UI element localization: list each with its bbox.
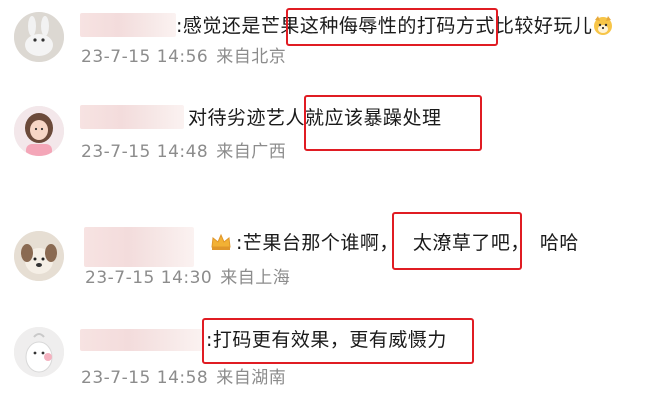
comment-meta: 23-7-15 14:48 来自广西 <box>81 141 286 163</box>
comment-text: :芒果台那个谁啊， 太潦草了吧， 哈哈 <box>210 231 579 258</box>
comment-text-content: :感觉还是芒果这种侮辱性的打码方式比较好玩儿 <box>176 15 593 37</box>
username-redacted[interactable] <box>80 105 184 129</box>
comment-item: :感觉还是芒果这种侮辱性的打码方式比较好玩儿 23-7-15 14:56 来自北京 <box>0 0 660 95</box>
comment-text-content: 对待劣迹艺人就应该暴躁处理 <box>188 107 442 129</box>
comment-location: 来自北京 <box>216 47 287 67</box>
dog-avatar-icon <box>14 231 64 281</box>
rabbit-avatar-icon <box>14 12 64 62</box>
comment-meta: 23-7-15 14:58 来自湖南 <box>81 367 286 389</box>
comment-text-part-a: :芒果台那个谁啊， <box>236 232 399 254</box>
avatar[interactable] <box>14 106 64 156</box>
username-redacted[interactable] <box>80 329 202 351</box>
comment-item: :芒果台那个谁啊， 太潦草了吧， 哈哈 23-7-15 14:30 来自上海 <box>0 207 660 302</box>
comment-location: 来自湖南 <box>216 368 287 388</box>
cartoon-avatar-icon <box>14 327 64 377</box>
comment-text: :感觉还是芒果这种侮辱性的打码方式比较好玩儿 <box>176 14 614 42</box>
comment-item: 对待劣迹艺人就应该暴躁处理 23-7-15 14:48 来自广西 <box>0 95 660 190</box>
comment-text-part-c: 哈哈 <box>539 232 579 254</box>
comment-meta: 23-7-15 14:30 来自上海 <box>85 267 290 289</box>
comment-text: 对待劣迹艺人就应该暴躁处理 <box>188 106 442 130</box>
comment-text-part-b: 太潦草了吧， <box>412 232 530 254</box>
avatar[interactable] <box>14 12 64 62</box>
comment-meta: 23-7-15 14:56 来自北京 <box>81 46 286 68</box>
username-redacted[interactable] <box>80 13 176 37</box>
comment-time: 23-7-15 14:48 <box>81 142 209 162</box>
username-redacted[interactable] <box>84 227 194 267</box>
comment-item: :打码更有效果，更有威慑力 23-7-15 14:58 来自湖南 <box>0 307 660 402</box>
dog-face-emoji-icon <box>592 14 614 42</box>
comment-text: :打码更有效果，更有威慑力 <box>206 328 447 352</box>
girl-avatar-icon <box>14 106 64 156</box>
avatar[interactable] <box>14 327 64 377</box>
comment-text-content: :打码更有效果，更有威慑力 <box>206 329 447 351</box>
comment-time: 23-7-15 14:30 <box>85 268 213 288</box>
avatar[interactable] <box>14 231 64 281</box>
comment-time: 23-7-15 14:58 <box>81 368 209 388</box>
comment-location: 来自广西 <box>216 142 287 162</box>
comment-location: 来自上海 <box>220 268 291 288</box>
crown-badge-icon <box>210 232 232 258</box>
comment-time: 23-7-15 14:56 <box>81 47 209 67</box>
